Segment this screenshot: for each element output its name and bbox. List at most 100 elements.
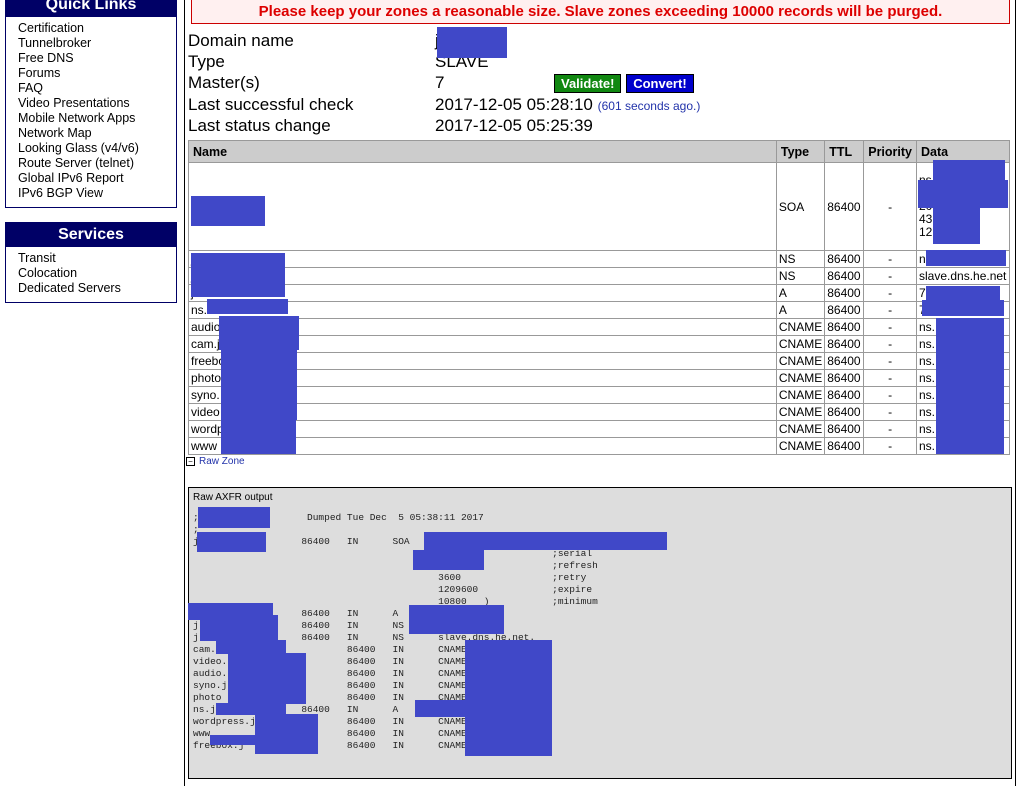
sidebar-item: IPv6 BGP View: [18, 186, 176, 201]
validate-button[interactable]: Validate!: [554, 74, 622, 94]
column-header-ttl[interactable]: TTL: [824, 140, 865, 163]
sidebar-link-route-server-telnet-[interactable]: Route Server (telnet): [18, 156, 134, 170]
services-title: Services: [6, 223, 176, 247]
divider: [1015, 0, 1016, 786]
redaction-block: [933, 208, 980, 244]
redaction-block: [191, 253, 285, 297]
record-type: CNAME: [775, 318, 826, 336]
record-priority: -: [863, 162, 917, 251]
redaction-block: [197, 532, 266, 552]
redaction-block: [415, 700, 495, 717]
record-type: A: [775, 301, 826, 319]
record-type: CNAME: [775, 335, 826, 353]
raw-line: 3600 ;retry: [193, 572, 587, 583]
record-name: [188, 162, 777, 251]
record-type: SOA: [775, 162, 826, 251]
table-row: wordpress.CNAME86400-ns.: [188, 420, 1010, 438]
sidebar-item: Network Map: [18, 126, 176, 141]
redaction-block: [245, 435, 295, 452]
record-priority: -: [863, 403, 917, 421]
record-ttl: 86400: [824, 352, 865, 370]
raw-line: 1209600 ;expire: [193, 584, 593, 595]
column-header-type[interactable]: Type: [775, 140, 826, 163]
collapse-icon[interactable]: −: [186, 457, 195, 466]
sidebar-item: Route Server (telnet): [18, 156, 176, 171]
record-type: CNAME: [775, 369, 826, 387]
sidebar-link-network-map[interactable]: Network Map: [18, 126, 92, 140]
record-ttl: 86400: [824, 335, 865, 353]
redaction-block: [198, 507, 270, 528]
column-header-priority[interactable]: Priority: [863, 140, 917, 163]
sidebar-link-colocation[interactable]: Colocation: [18, 266, 77, 280]
record-priority: -: [863, 284, 917, 302]
raw-axfr-title: Raw AXFR output: [193, 492, 273, 503]
sidebar-link-transit[interactable]: Transit: [18, 251, 56, 265]
redaction-block: [216, 640, 286, 654]
record-data: slave.dns.he.net: [916, 267, 1010, 285]
last-change-label: Last status change: [188, 116, 331, 135]
record-type: A: [775, 284, 826, 302]
last-check-ago: (601 seconds ago.): [597, 99, 701, 113]
sidebar-link-global-ipv6-report[interactable]: Global IPv6 Report: [18, 171, 124, 185]
record-type: NS: [775, 250, 826, 268]
sidebar-link-video-presentations[interactable]: Video Presentations: [18, 96, 130, 110]
sidebar-link-mobile-network-apps[interactable]: Mobile Network Apps: [18, 111, 135, 125]
sidebar-item: Certification: [18, 21, 176, 36]
services-box: Services Transit Colocation Dedicated Serv…: [5, 222, 177, 303]
redaction-block: [936, 318, 1004, 454]
table-row: jNS86400-slave.dns.he.net: [188, 267, 1010, 285]
record-type: CNAME: [775, 437, 826, 455]
record-type: CNAME: [775, 420, 826, 438]
redaction-block: [191, 196, 265, 226]
divider: [184, 0, 185, 786]
record-priority: -: [863, 318, 917, 336]
table-row: syno. CNAME 86400- ns.: [188, 386, 1010, 404]
convert-button[interactable]: Convert!: [626, 74, 694, 94]
records-table: NameTypeTTLPriorityDataSOA86400-ns.20431…: [188, 140, 1010, 455]
last-check-label: Last successful check: [188, 95, 354, 114]
record-ttl: 86400: [824, 267, 865, 285]
sidebar-link-certification[interactable]: Certification: [18, 21, 84, 35]
sidebar-link-forums[interactable]: Forums: [18, 66, 60, 80]
sidebar-link-faq[interactable]: FAQ: [18, 81, 43, 95]
sidebar-item: Forums: [18, 66, 176, 81]
record-ttl: 86400: [824, 386, 865, 404]
record-priority: -: [863, 420, 917, 438]
record-priority: -: [863, 437, 917, 455]
redaction-block: [933, 160, 1005, 180]
record-priority: -: [863, 267, 917, 285]
table-row: jNS86400-ns.: [188, 250, 1010, 268]
sidebar-link-dedicated-servers[interactable]: Dedicated Servers: [18, 281, 121, 295]
table-row: audio CNAME 86400- ns.: [188, 318, 1010, 336]
warning-banner: Please keep your zones a reasonable size…: [191, 0, 1010, 24]
sidebar-item: Global IPv6 Report: [18, 171, 176, 186]
record-priority: -: [863, 369, 917, 387]
masters-value: 7: [435, 73, 445, 92]
raw-zone-toggle[interactable]: − Raw Zone: [186, 456, 245, 467]
raw-line: ;refresh: [193, 560, 598, 571]
sidebar-item: Video Presentations: [18, 96, 176, 111]
sidebar-link-ipv6-bgp-view[interactable]: IPv6 BGP View: [18, 186, 103, 200]
redaction-block: [926, 286, 1000, 300]
redaction-block: [200, 615, 278, 641]
table-row: freebox.j CNAME 86400- ns.: [188, 352, 1010, 370]
redaction-block: [207, 299, 288, 314]
raw-zone-link[interactable]: Raw Zone: [199, 456, 245, 467]
sidebar-link-looking-glass-v4-v6-[interactable]: Looking Glass (v4/v6): [18, 141, 139, 155]
sidebar-link-tunnelbroker[interactable]: Tunnelbroker: [18, 36, 91, 50]
redaction-block: [918, 180, 1008, 208]
quick-links-box: Quick Links Certification Tunnelbroker Fre…: [5, 0, 177, 208]
record-ttl: 86400: [824, 318, 865, 336]
sidebar-item: Transit: [18, 251, 176, 266]
record-priority: -: [863, 352, 917, 370]
table-row: ns.A86400-7: [188, 301, 1010, 319]
sidebar-item: Free DNS: [18, 51, 176, 66]
sidebar-item: Dedicated Servers: [18, 281, 176, 296]
column-header-name[interactable]: Name: [188, 140, 777, 163]
sidebar-item: Colocation: [18, 266, 176, 281]
record-priority: -: [863, 335, 917, 353]
record-priority: -: [863, 250, 917, 268]
redaction-block: [926, 250, 1006, 266]
table-row: SOA86400-ns.204312: [188, 162, 1010, 251]
sidebar-link-free-dns[interactable]: Free DNS: [18, 51, 74, 65]
